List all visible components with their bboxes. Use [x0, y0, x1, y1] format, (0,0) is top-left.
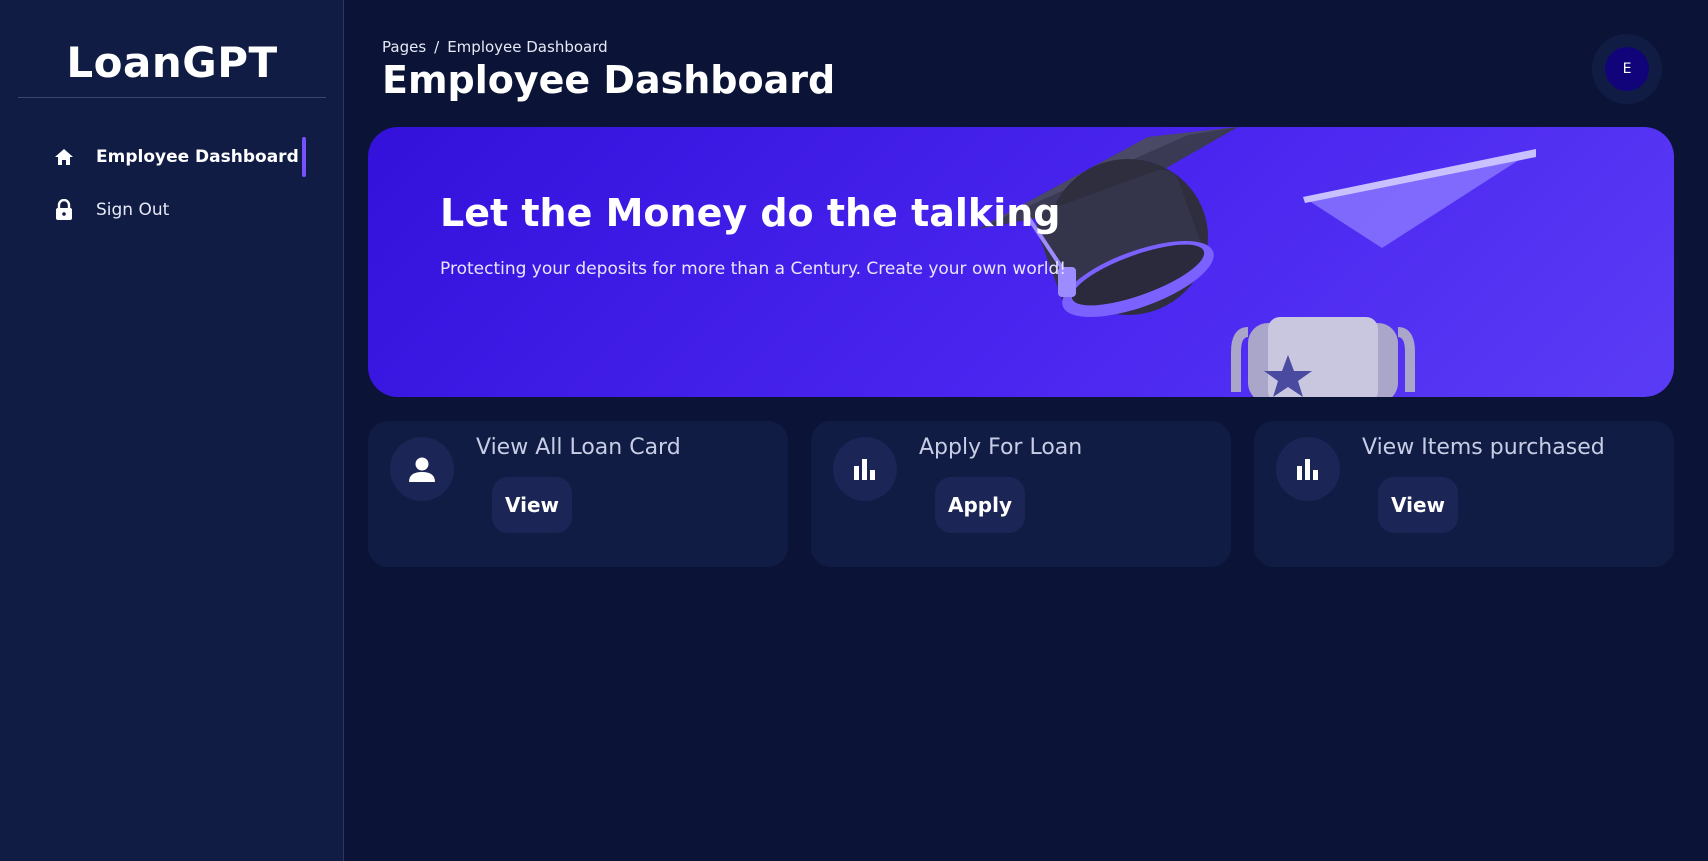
breadcrumb: Pages / Employee Dashboard [382, 38, 608, 56]
breadcrumb-root[interactable]: Pages [382, 38, 426, 56]
home-icon [52, 145, 76, 169]
bar-chart-icon [1276, 437, 1340, 501]
banner-subtitle: Protecting your deposits for more than a… [440, 259, 1067, 279]
sidebar-item-employee-dashboard[interactable]: Employee Dashboard [52, 142, 299, 172]
bar-chart-icon [833, 437, 897, 501]
breadcrumb-separator: / [434, 38, 440, 56]
sidebar: LoanGPT Employee Dashboard Sign Out [0, 0, 344, 861]
sidebar-item-label: Employee Dashboard [96, 147, 299, 167]
view-loan-cards-button[interactable]: View [492, 477, 573, 533]
sidebar-item-label: Sign Out [96, 200, 170, 220]
active-indicator [302, 137, 306, 177]
banner-title: Let the Money do the talking [440, 191, 1061, 235]
breadcrumb-current[interactable]: Employee Dashboard [447, 38, 607, 56]
card-title: View All Loan Card [476, 435, 681, 460]
card-title: Apply For Loan [919, 435, 1083, 460]
card-view-all-loan-card: View All Loan Card View [368, 421, 788, 567]
app-logo-text: LoanGPT [18, 38, 326, 98]
view-items-button[interactable]: View [1378, 477, 1459, 533]
avatar-container: E [1592, 34, 1662, 104]
lock-icon [52, 198, 76, 222]
card-title: View Items purchased [1362, 435, 1605, 460]
card-apply-for-loan: Apply For Loan Apply [811, 421, 1231, 567]
card-view-items-purchased: View Items purchased View [1254, 421, 1674, 567]
hero-banner: Let the Money do the talking Protecting … [368, 127, 1674, 397]
apply-loan-button[interactable]: Apply [935, 477, 1026, 533]
page-title: Employee Dashboard [382, 58, 836, 102]
avatar[interactable]: E [1605, 47, 1649, 91]
sidebar-item-sign-out[interactable]: Sign Out [52, 195, 169, 225]
person-icon [390, 437, 454, 501]
